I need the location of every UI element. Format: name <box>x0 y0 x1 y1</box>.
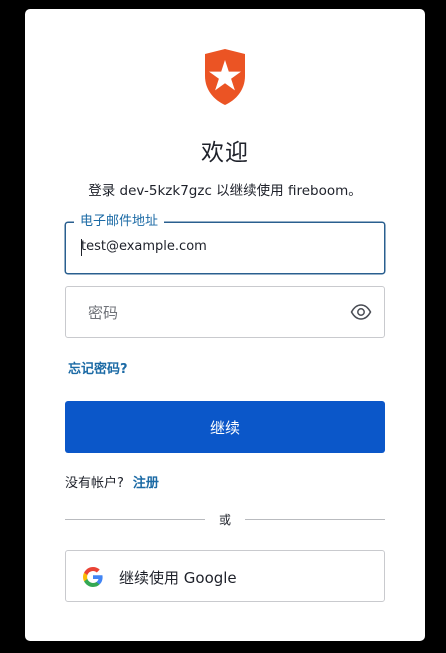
signup-link[interactable]: 注册 <box>133 476 159 491</box>
page-title: 欢迎 <box>201 140 249 166</box>
google-icon <box>83 567 103 587</box>
password-field[interactable]: 密码 <box>65 286 385 338</box>
continue-button[interactable]: 继续 <box>65 401 385 453</box>
signup-prompt: 没有帐户? <box>65 476 124 491</box>
or-divider: 或 <box>65 511 385 527</box>
login-card: 欢迎 登录 dev-5kzk7gzc 以继续使用 fireboom。 电子邮件地… <box>25 9 425 641</box>
page-subtitle: 登录 dev-5kzk7gzc 以继续使用 fireboom。 <box>88 183 362 199</box>
google-login-button[interactable]: 继续使用 Google <box>65 550 385 602</box>
eye-icon[interactable] <box>350 303 372 321</box>
email-label: 电子邮件地址 <box>74 213 165 231</box>
password-placeholder: 密码 <box>88 304 119 322</box>
auth0-logo-icon <box>205 49 245 105</box>
google-button-label: 继续使用 Google <box>119 569 237 587</box>
email-field[interactable]: 电子邮件地址 test@example.com <box>65 213 385 274</box>
divider-line-right <box>245 519 385 520</box>
signup-row: 没有帐户? 注册 <box>65 472 159 491</box>
forgot-password-link[interactable]: 忘记密码? <box>68 358 128 377</box>
email-value[interactable]: test@example.com <box>81 239 207 254</box>
text-caret <box>81 239 82 256</box>
